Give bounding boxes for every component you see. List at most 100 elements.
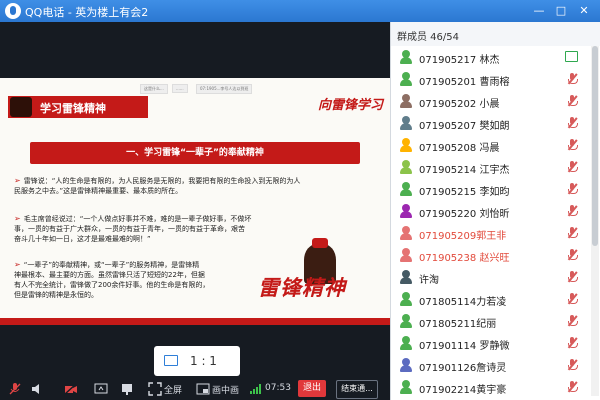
bullet-marker-icon: ➢ (14, 260, 21, 269)
bullet-item: ➢ 雷锋说：“人的生命是有限的，为人民服务是无限的，我要把有限的生命投入到无限的为… (14, 176, 374, 196)
avatar (400, 138, 412, 152)
member-name: 071905214 江宇杰 (419, 165, 510, 176)
member-row[interactable]: 071905215 李如昀 (391, 178, 586, 200)
avatar (400, 50, 412, 64)
mic-muted-icon (567, 381, 578, 393)
member-name: 许淘 (419, 275, 439, 286)
member-name: 071905215 李如昀 (419, 187, 510, 198)
member-row[interactable]: 071905208 冯晨 (391, 134, 586, 156)
member-row[interactable]: 071905214 江宇杰 (391, 156, 586, 178)
shared-slide: 这是什么... ...... 07:1905...李号人达以到班 学习雷锋精神 … (0, 78, 390, 325)
screen-share-icon (565, 51, 578, 62)
mic-muted-icon (567, 249, 578, 261)
signal-strength-icon (250, 384, 262, 394)
qq-logo-icon (5, 3, 21, 19)
avatar (400, 292, 412, 306)
avatar (400, 94, 412, 108)
pip-label[interactable]: 画中画 (212, 383, 239, 397)
pip-icon[interactable] (196, 382, 210, 396)
zoom-ratio-button[interactable]: 1 : 1 (154, 346, 240, 376)
call-timer: 07:53 (265, 383, 291, 393)
avatar (400, 248, 412, 262)
calligraphy-slogan: 雷锋精神 (258, 275, 346, 300)
mic-muted-icon (567, 73, 578, 85)
avatar (400, 358, 412, 372)
mic-muted-icon (567, 337, 578, 349)
member-name: 071901114 罗静微 (419, 341, 510, 352)
camera-off-icon[interactable] (64, 382, 78, 396)
exit-button[interactable]: 退出 (298, 380, 326, 397)
member-name: 071905238 赵兴旺 (419, 253, 510, 264)
member-name: 071901126詹诗灵 (419, 363, 507, 374)
member-name: 071805211纪丽 (419, 319, 497, 330)
slide-footer-bar (0, 318, 390, 325)
bullet-text: 雷锋说：“人的生命是有限的，为人民服务是无限的，我要把有限的生命投入到无限的为人… (14, 177, 301, 195)
speaker-icon[interactable] (30, 382, 44, 396)
member-name: 071905208 冯晨 (419, 143, 500, 154)
close-button[interactable]: ✕ (575, 2, 593, 20)
member-row[interactable]: 071905202 小晨 (391, 90, 586, 112)
fullscreen-icon[interactable] (148, 382, 162, 396)
mic-muted-icon (567, 205, 578, 217)
member-row[interactable]: 071901126詹诗灵 (391, 354, 586, 376)
avatar (400, 72, 412, 86)
avatar (400, 204, 412, 218)
member-name: 071905202 小晨 (419, 99, 500, 110)
title-bar: QQ电话 - 英为楼上有会2 — □ ✕ (0, 0, 600, 22)
member-row[interactable]: 071905201 曹雨榕 (391, 68, 586, 90)
minimize-button[interactable]: — (530, 2, 548, 20)
bullet-item: ➢ “一辈子”的奉献精神，或“一辈子”的服务精神，是雷锋精 神最根本、最主要的方面… (14, 260, 264, 300)
section-title: 一、学习雷锋“一辈子”的奉献精神 (30, 142, 360, 164)
zoom-ratio-label: 1 : 1 (190, 354, 217, 368)
member-row[interactable]: 071905217 林杰 (391, 46, 586, 68)
call-toolbar: 全屏 画中画 07:53 退出 结束通... (0, 378, 390, 400)
mic-muted-icon (567, 315, 578, 327)
member-name: 071905209郭王非 (419, 231, 507, 242)
screen-icon (164, 355, 178, 366)
bullet-item: ➢ 毛主席曾经说过：“一个人做点好事并不难，难的是一辈子做好事，不做坏 事，一贯的… (14, 214, 334, 244)
bullet-marker-icon: ➢ (14, 176, 21, 185)
mic-muted-icon[interactable] (8, 382, 22, 396)
member-name: 071905217 林杰 (419, 55, 500, 66)
avatar (400, 160, 412, 174)
avatar (400, 270, 412, 284)
member-panel-header: 群成员 46/54 (391, 22, 600, 46)
fullscreen-label[interactable]: 全屏 (164, 383, 182, 397)
bullet-text: 毛主席曾经说过：“一个人做点好事并不难，难的是一辈子做好事，不做坏 事，一贯的有… (14, 215, 252, 243)
scrollbar-thumb[interactable] (592, 46, 598, 246)
end-call-button[interactable]: 结束通... (336, 380, 378, 399)
mic-muted-icon (567, 117, 578, 129)
slide-banner: 学习雷锋精神 (8, 96, 148, 118)
portrait-icon (10, 97, 32, 117)
mic-muted-icon (567, 139, 578, 151)
member-count: 群成员 46/54 (397, 32, 459, 43)
member-row[interactable]: 071805114力若凌 (391, 288, 586, 310)
member-row[interactable]: 071805211纪丽 (391, 310, 586, 332)
mic-muted-icon (567, 359, 578, 371)
present-icon[interactable] (120, 382, 134, 396)
member-row[interactable]: 071905209郭王非 (391, 222, 586, 244)
avatar (400, 226, 412, 240)
member-panel: 群成员 46/54 071905217 林杰 071905201 曹雨榕 07190… (390, 22, 600, 400)
slide-hint: 07:1905...李号人达以到班 (196, 84, 253, 94)
mic-muted-icon (567, 293, 578, 305)
avatar (400, 182, 412, 196)
member-row[interactable]: 071901114 罗静微 (391, 332, 586, 354)
member-row[interactable]: 许淘 (391, 266, 586, 288)
mic-muted-icon (567, 227, 578, 239)
window-title: QQ电话 - 英为楼上有会2 (25, 6, 149, 19)
avatar (400, 116, 412, 130)
mic-muted-icon (567, 183, 578, 195)
member-row[interactable]: 071905207 樊如朗 (391, 112, 586, 134)
slide-hint: 这是什么... (140, 84, 168, 94)
mic-muted-icon (567, 161, 578, 173)
maximize-button[interactable]: □ (552, 2, 570, 20)
member-row[interactable]: 071905220 刘怡昕 (391, 200, 586, 222)
bullet-text: “一辈子”的奉献精神，或“一辈子”的服务精神，是雷锋精 神最根本、最主要的方面。… (14, 261, 210, 299)
member-row[interactable]: 071905238 赵兴旺 (391, 244, 586, 266)
member-row[interactable]: 071902214黄宇豪 (391, 376, 586, 398)
member-name: 071902214黄宇豪 (419, 385, 507, 396)
share-screen-icon[interactable] (94, 382, 108, 396)
member-scrollbar[interactable] (591, 46, 599, 396)
mic-muted-icon (567, 271, 578, 283)
